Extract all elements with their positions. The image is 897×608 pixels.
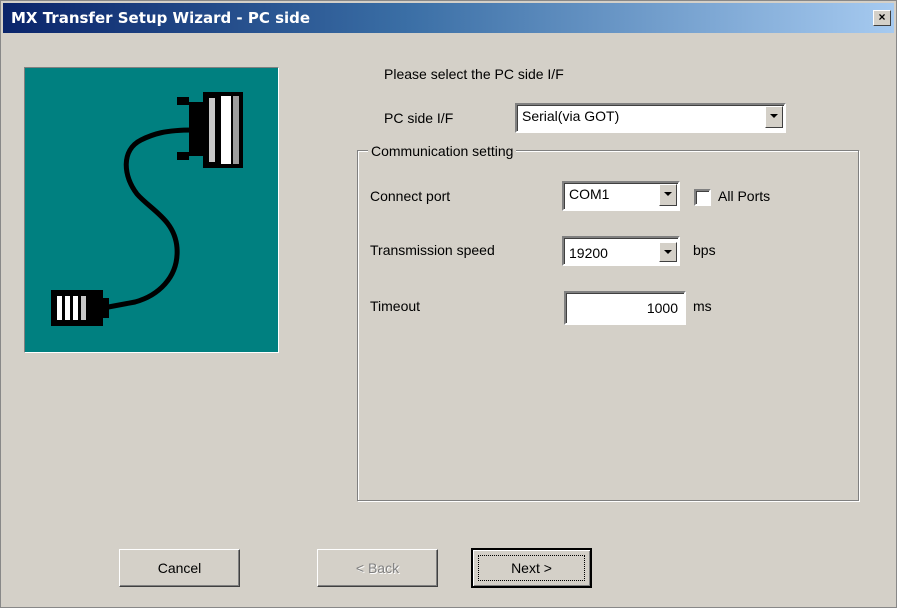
chevron-down-icon[interactable]	[765, 106, 783, 128]
close-icon: ×	[878, 10, 886, 24]
connect-port-value: COM1	[569, 186, 610, 202]
communication-group-title: Communication setting	[368, 143, 517, 159]
transmission-speed-select[interactable]: 19200	[562, 236, 680, 266]
close-button[interactable]: ×	[873, 10, 891, 26]
window-title: MX Transfer Setup Wizard - PC side	[11, 9, 311, 27]
speed-unit: bps	[693, 242, 716, 258]
timeout-input[interactable]: 1000	[564, 291, 686, 325]
pc-side-label: PC side I/F	[384, 110, 454, 126]
connect-port-label: Connect port	[370, 188, 451, 204]
transmission-speed-value: 19200	[569, 245, 608, 261]
all-ports-label[interactable]: All Ports	[718, 188, 770, 204]
chevron-down-icon[interactable]	[659, 242, 677, 262]
next-button-focus: Next >	[478, 555, 585, 581]
serial-cable-icon	[25, 68, 278, 352]
back-button-label: < Back	[355, 560, 400, 576]
chevron-down-icon[interactable]	[659, 184, 677, 206]
pc-side-prompt: Please select the PC side I/F	[384, 66, 564, 82]
timeout-label: Timeout	[370, 298, 421, 314]
all-ports-checkbox[interactable]	[694, 189, 711, 206]
back-button[interactable]: < Back	[317, 549, 438, 587]
cancel-button[interactable]: Cancel	[119, 549, 240, 587]
connect-port-select[interactable]: COM1	[562, 181, 680, 211]
next-button[interactable]: Next >	[471, 548, 592, 588]
timeout-unit: ms	[693, 298, 712, 314]
next-button-label: Next >	[511, 560, 552, 576]
cancel-button-label: Cancel	[157, 560, 202, 576]
title-bar[interactable]: MX Transfer Setup Wizard - PC side ×	[3, 3, 894, 33]
pc-side-value: Serial(via GOT)	[522, 108, 620, 124]
timeout-value: 1000	[646, 300, 678, 316]
pc-side-select[interactable]: Serial(via GOT)	[515, 103, 786, 133]
transmission-speed-label: Transmission speed	[370, 242, 495, 258]
serial-cable-illustration	[24, 67, 279, 353]
